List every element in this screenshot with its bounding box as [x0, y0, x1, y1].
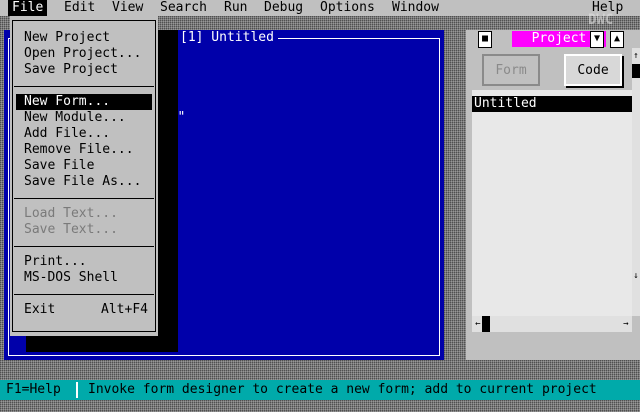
menu-item-label: Exit: [24, 302, 56, 317]
menu-window[interactable]: Window: [388, 0, 443, 16]
status-bar: F1=Help Invoke form designer to create a…: [0, 380, 640, 400]
status-message: Invoke form designer to create a new for…: [88, 382, 597, 397]
menu-item-print[interactable]: Print...: [16, 254, 152, 270]
scroll-up-icon[interactable]: ↑: [632, 50, 640, 62]
vertical-scrollbar[interactable]: ↑ ↓: [632, 48, 640, 316]
menu-item-label: Open Project...: [24, 46, 142, 61]
menu-separator: [14, 246, 154, 247]
scroll-down-icon[interactable]: ↓: [632, 270, 640, 282]
menu-item-remove-file[interactable]: Remove File...: [16, 142, 152, 158]
menu-options[interactable]: Options: [316, 0, 379, 16]
window-close-icon[interactable]: ■: [478, 31, 492, 48]
hscroll-thumb[interactable]: [482, 316, 490, 332]
menu-debug[interactable]: Debug: [260, 0, 307, 16]
menu-item-new-project[interactable]: New Project: [16, 30, 152, 46]
menu-item-label: Save Project: [24, 62, 118, 77]
menu-item-label: Add File...: [24, 126, 111, 141]
menu-item-new-module[interactable]: New Module...: [16, 110, 152, 126]
menu-item-label: Remove File...: [24, 142, 134, 157]
menu-item-exit[interactable]: Exit Alt+F4: [16, 302, 152, 318]
menu-item-label: New Form...: [24, 94, 111, 109]
menu-view[interactable]: View: [108, 0, 147, 16]
logo: DWC: [588, 12, 614, 28]
view-code-button[interactable]: Code: [564, 54, 622, 86]
menu-item-shortcut: Alt+F4: [101, 302, 148, 317]
menu-item-new-form[interactable]: New Form...: [16, 94, 152, 110]
menu-item-open-project[interactable]: Open Project...: [16, 46, 152, 62]
menu-item-ms-dos-shell[interactable]: MS-DOS Shell: [16, 270, 152, 286]
menu-item-label: New Project: [24, 30, 111, 45]
menu-item-label: MS-DOS Shell: [24, 270, 118, 285]
horizontal-scrollbar[interactable]: ← →: [472, 316, 632, 332]
menu-run[interactable]: Run: [220, 0, 251, 16]
menu-item-save-text: Save Text...: [16, 222, 152, 238]
menu-item-label: New Module...: [24, 110, 126, 125]
menu-bar: File Edit View Search Run Debug Options …: [0, 0, 640, 16]
menu-file[interactable]: File: [8, 0, 48, 16]
view-form-button[interactable]: Form: [482, 54, 540, 86]
status-help[interactable]: F1=Help: [6, 382, 61, 398]
file-menu: New Project Open Project... Save Project…: [10, 16, 158, 336]
code-window-title[interactable]: [1] Untitled: [176, 30, 278, 46]
menu-item-label: Load Text...: [24, 206, 118, 221]
menu-item-save-project[interactable]: Save Project: [16, 62, 152, 78]
list-item[interactable]: Untitled: [472, 96, 632, 112]
scroll-thumb[interactable]: [632, 64, 640, 78]
menu-item-save-file[interactable]: Save File: [16, 158, 152, 174]
menu-item-label: Save File As...: [24, 174, 142, 189]
menu-separator: [14, 294, 154, 295]
menu-item-label: Save File: [24, 158, 95, 173]
menu-separator: [14, 198, 154, 199]
maximize-icon[interactable]: ▲: [610, 31, 624, 48]
menu-item-save-file-as[interactable]: Save File As...: [16, 174, 152, 190]
menu-separator: [14, 86, 154, 87]
menu-item-label: Save Text...: [24, 222, 118, 237]
project-window[interactable]: ■ Project ▼ ▲ Form Code Untitled ↑ ↓ ← →: [466, 30, 640, 360]
menu-search[interactable]: Search: [156, 0, 211, 16]
menu-edit[interactable]: Edit: [60, 0, 99, 16]
minimize-icon[interactable]: ▼: [590, 31, 604, 48]
menu-item-load-text: Load Text...: [16, 206, 152, 222]
scroll-right-icon[interactable]: →: [620, 316, 632, 332]
project-file-list[interactable]: Untitled: [472, 90, 632, 316]
status-divider: [76, 382, 78, 398]
menu-item-add-file[interactable]: Add File...: [16, 126, 152, 142]
project-titlebar[interactable]: ■ Project ▼ ▲: [466, 30, 640, 48]
menu-item-label: Print...: [24, 254, 87, 269]
